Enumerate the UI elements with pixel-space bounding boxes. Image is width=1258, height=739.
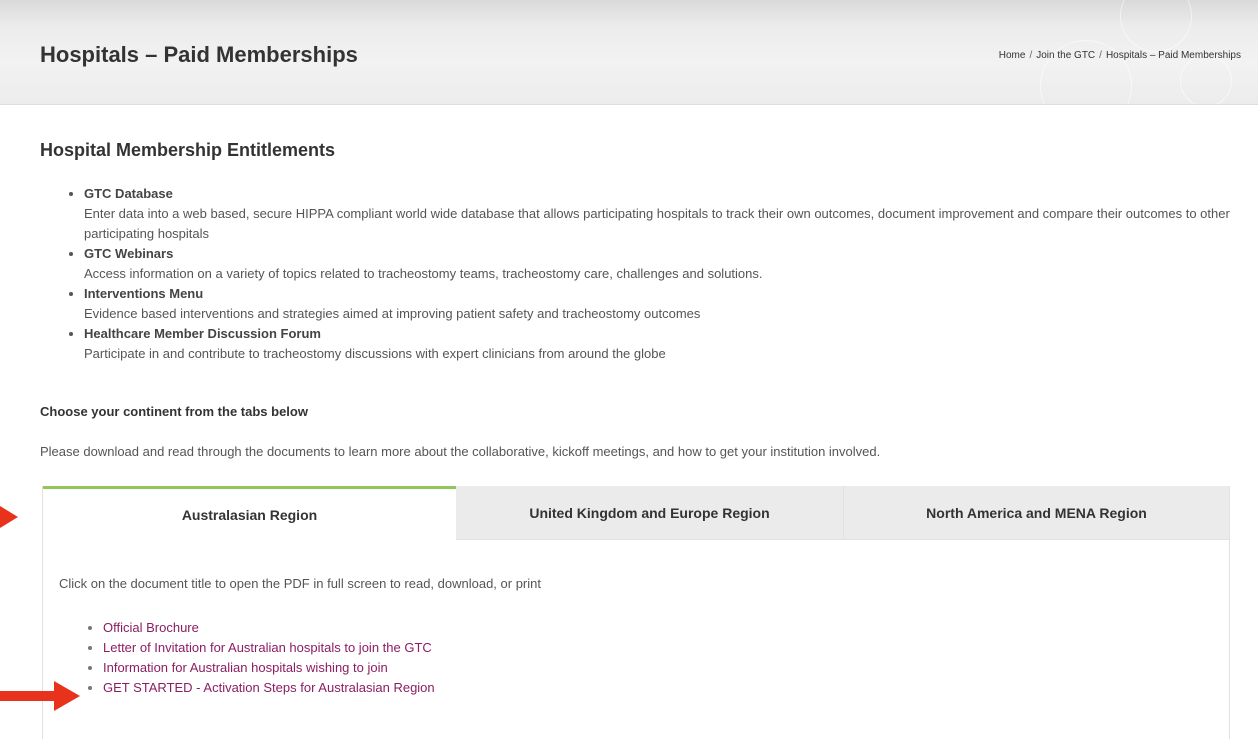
page-header: Hospitals – Paid Memberships Home / Join t… — [0, 0, 1258, 105]
entitlement-item: Healthcare Member Discussion Forum Parti… — [84, 324, 1258, 364]
link-official-brochure[interactable]: Official Brochure — [103, 620, 199, 635]
documents-intro-text: Please download and read through the doc… — [40, 444, 881, 459]
tab-panel-australasian: Click on the document title to open the … — [43, 540, 1229, 739]
tab-north-america-mena-region[interactable]: North America and MENA Region — [844, 486, 1229, 540]
breadcrumb-separator: / — [1029, 50, 1033, 61]
tab-bar: Australasian Region United Kingdom and E… — [43, 486, 1229, 540]
link-letter-of-invitation[interactable]: Letter of Invitation for Australian hosp… — [103, 640, 432, 655]
tab-australasian-region[interactable]: Australasian Region — [43, 486, 456, 540]
tab-panel-intro: Click on the document title to open the … — [59, 576, 541, 591]
entitlement-description: Evidence based interventions and strateg… — [84, 306, 701, 321]
entitlement-title: GTC Database — [84, 186, 173, 201]
decorative-bubble — [1120, 0, 1192, 52]
breadcrumb-separator: / — [1099, 50, 1102, 61]
entitlement-description: Participate in and contribute to tracheo… — [84, 346, 666, 361]
page-title: Hospitals – Paid Memberships — [40, 42, 358, 67]
document-list-item: Letter of Invitation for Australian hosp… — [103, 638, 435, 658]
tab-uk-europe-region[interactable]: United Kingdom and Europe Region — [456, 486, 844, 540]
annotation-arrow-icon — [0, 681, 80, 711]
breadcrumb-join-the-gtc[interactable]: Join the GTC — [1036, 50, 1095, 61]
entitlement-description: Access information on a variety of topic… — [84, 266, 763, 281]
region-tabs: Australasian Region United Kingdom and E… — [42, 486, 1230, 739]
breadcrumb-home[interactable]: Home — [999, 50, 1026, 61]
document-list-item: Official Brochure — [103, 618, 435, 638]
choose-continent-heading: Choose your continent from the tabs belo… — [40, 404, 308, 419]
document-list-item: Information for Australian hospitals wis… — [103, 658, 435, 678]
breadcrumb: Home / Join the GTC / Hospitals – Paid Membe… — [999, 50, 1241, 61]
entitlement-title: Healthcare Member Discussion Forum — [84, 326, 321, 341]
link-information-for-hospitals[interactable]: Information for Australian hospitals wis… — [103, 660, 388, 675]
entitlement-item: GTC Webinars Access information on a var… — [84, 244, 1258, 284]
breadcrumb-current: Hospitals – Paid Memberships — [1105, 50, 1241, 61]
entitlements-list: GTC Database Enter data into a web based… — [58, 184, 1258, 364]
entitlements-heading: Hospital Membership Entitlements — [40, 140, 336, 160]
document-list: Official Brochure Letter of Invitation f… — [77, 618, 435, 698]
entitlement-title: GTC Webinars — [84, 246, 174, 261]
entitlement-item: GTC Database Enter data into a web based… — [84, 184, 1258, 244]
entitlement-description: Enter data into a web based, secure HIPP… — [84, 206, 1230, 241]
entitlement-title: Interventions Menu — [84, 286, 204, 301]
link-get-started-activation[interactable]: GET STARTED - Activation Steps for Austr… — [103, 680, 435, 695]
annotation-arrow-icon — [0, 506, 18, 528]
decorative-bubble — [1180, 55, 1232, 104]
entitlement-item: Interventions Menu Evidence based interv… — [84, 284, 1258, 324]
document-list-item: GET STARTED - Activation Steps for Austr… — [103, 678, 435, 698]
